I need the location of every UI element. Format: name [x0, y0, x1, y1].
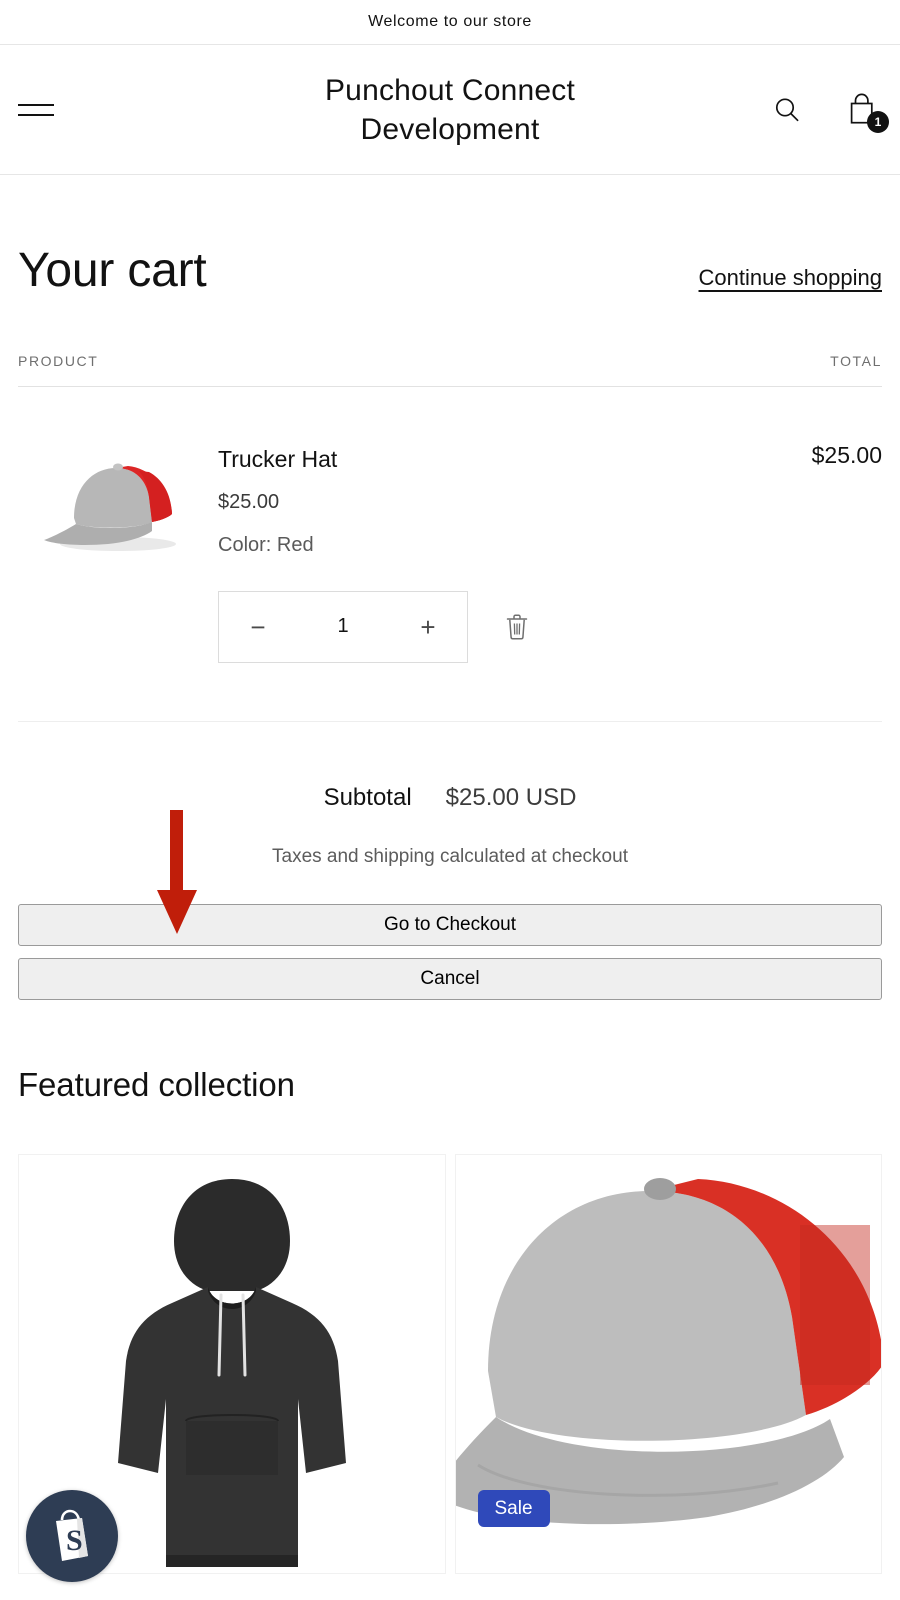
cart-item-line-total: $25.00 [811, 442, 882, 468]
continue-shopping-link[interactable]: Continue shopping [699, 265, 882, 295]
svg-text:S: S [66, 1524, 83, 1557]
shopify-widget-button[interactable]: S [26, 1490, 118, 1582]
trucker-hat-image [44, 463, 176, 551]
quantity-row: − 1 + [218, 590, 882, 663]
hamburger-line [18, 103, 54, 106]
trash-icon [506, 614, 528, 640]
hamburger-line [18, 113, 54, 116]
remove-item-button[interactable] [500, 608, 534, 646]
shop-title: Punchout Connect Development [324, 73, 576, 146]
cart-item-details: Trucker Hat $25.00 Color: Red − 1 + [218, 442, 882, 663]
cart-item-image-cell [18, 442, 218, 663]
hamburger-menu-icon[interactable] [18, 95, 56, 125]
featured-collection-title: Featured collection [18, 1065, 295, 1103]
site-header: Punchout Connect Development 1 [0, 45, 900, 175]
cart-action-buttons: Go to Checkout Cancel [18, 903, 882, 1000]
header-actions: 1 [770, 93, 889, 133]
go-to-checkout-button[interactable]: Go to Checkout [18, 903, 882, 946]
announcement-bar: Welcome to our store [0, 0, 900, 45]
cart-count-badge: 1 [867, 110, 889, 133]
search-icon [775, 97, 799, 121]
cart-item-variant: Color: Red [218, 533, 314, 556]
product-card[interactable]: Sale [454, 1153, 882, 1574]
cart-button[interactable]: 1 [846, 93, 889, 133]
cart-item-unit-price: $25.00 [218, 490, 280, 513]
subtotal-row: Subtotal $25.00 USD [18, 784, 882, 812]
quantity-increase-button[interactable]: + [411, 610, 445, 644]
page-title: Your cart [18, 244, 207, 297]
cart-header-row: Your cart Continue shopping [18, 175, 882, 295]
sale-badge: Sale [477, 1489, 550, 1527]
tax-shipping-note: Taxes and shipping calculated at checkou… [272, 845, 628, 867]
cart-table-header: PRODUCT TOTAL [18, 353, 882, 387]
subtotal-value: $25.00 USD [445, 783, 577, 811]
featured-collection-section: Featured collection Sale [0, 1066, 900, 1574]
column-header-total: TOTAL [830, 353, 882, 369]
cart-item-name[interactable]: Trucker Hat [218, 446, 882, 474]
quantity-decrease-button[interactable]: − [241, 610, 275, 644]
cart-line-item: Trucker Hat $25.00 Color: Red − 1 + $25.… [18, 387, 882, 722]
quantity-value[interactable]: 1 [329, 615, 357, 638]
subtotal-label: Subtotal [323, 783, 412, 811]
cart-totals: Subtotal $25.00 USD Taxes and shipping c… [18, 722, 882, 1000]
cart-section: Your cart Continue shopping PRODUCT TOTA… [0, 175, 900, 1000]
announcement-text: Welcome to our store [368, 13, 532, 30]
product-grid: Sale [18, 1153, 882, 1574]
column-header-product: PRODUCT [18, 353, 99, 369]
hoodie-image [117, 1178, 346, 1567]
cancel-button[interactable]: Cancel [18, 957, 882, 1000]
quantity-stepper[interactable]: − 1 + [218, 590, 468, 663]
shopify-bag-icon: S [56, 1509, 88, 1561]
store-cart-page: Welcome to our store Punchout Connect De… [0, 0, 900, 1600]
product-thumbnail[interactable] [36, 452, 196, 557]
search-button[interactable] [770, 93, 804, 127]
